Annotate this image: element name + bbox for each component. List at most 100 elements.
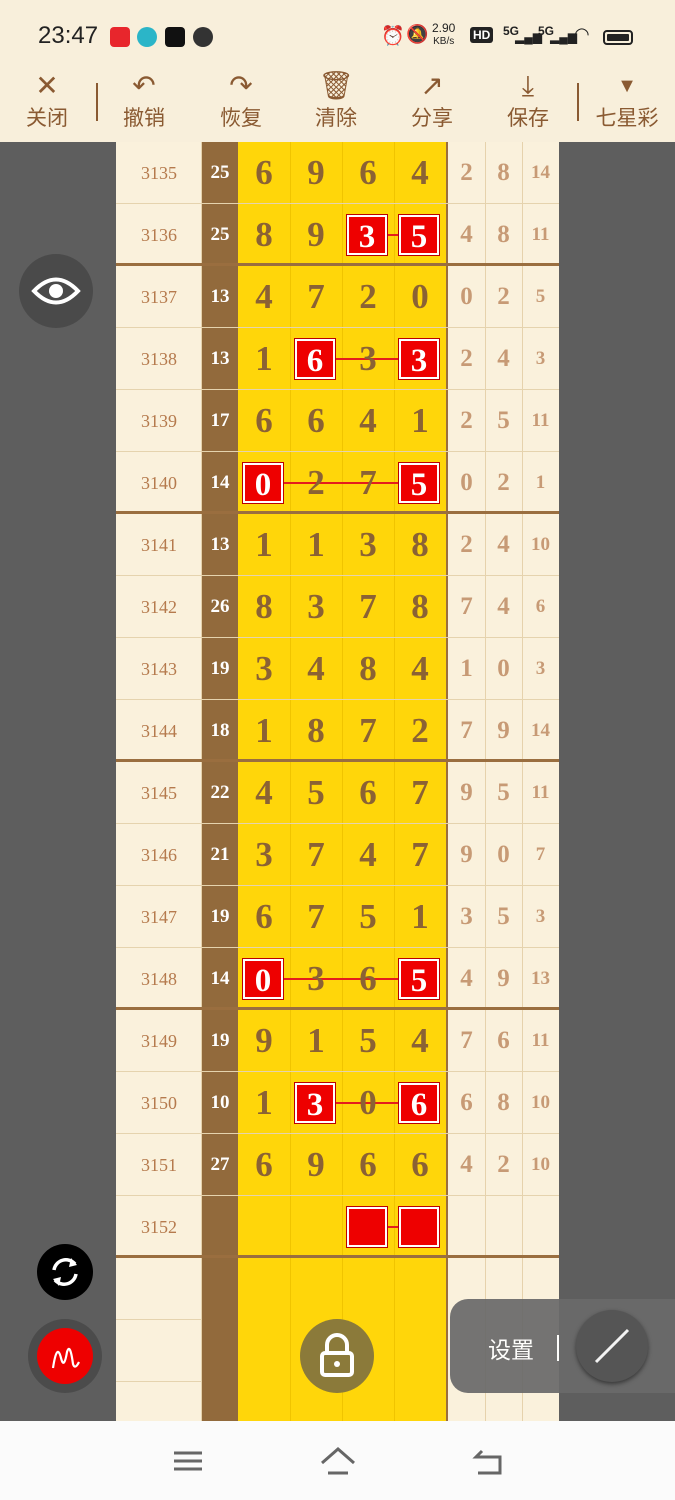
digit-cell[interactable]: 5 <box>342 1010 394 1072</box>
digit-cell-marked[interactable] <box>342 1196 394 1258</box>
digit-cell[interactable]: 1 <box>238 514 290 576</box>
digit-cell[interactable]: 4 <box>394 1010 446 1072</box>
digit-cell[interactable]: 6 <box>238 142 290 204</box>
digit-cell[interactable]: 8 <box>238 204 290 266</box>
digit-cell[interactable]: 4 <box>342 824 394 886</box>
close-button[interactable]: ✕ 关闭 <box>7 68 87 142</box>
table-row[interactable]: 3141 13 1 1 3 8 2 4 10 <box>116 514 559 576</box>
table-row[interactable]: 3142 26 8 3 7 8 7 4 6 <box>116 576 559 638</box>
table-row[interactable]: 3152 <box>116 1196 559 1258</box>
digit-cell[interactable]: 5 <box>342 886 394 948</box>
digit-cell-marked[interactable]: 0 <box>238 452 290 514</box>
digit-cell[interactable]: 0 <box>394 266 446 328</box>
digit-cell[interactable]: 9 <box>290 142 342 204</box>
digit-cell[interactable]: 4 <box>238 266 290 328</box>
digit-cell-marked[interactable]: 3 <box>290 1072 342 1134</box>
lock-button[interactable] <box>300 1319 374 1393</box>
digit-cell-marked[interactable]: 5 <box>394 204 446 266</box>
digit-cell[interactable]: 1 <box>290 514 342 576</box>
table-row[interactable]: 3138 13 1 6 3 3 2 4 3 <box>116 328 559 390</box>
redo-button[interactable]: ↷ 恢复 <box>201 68 281 142</box>
digit-cell[interactable]: 6 <box>342 948 394 1010</box>
table-row[interactable]: 3145 22 4 5 6 7 9 5 11 <box>116 762 559 824</box>
menu-icon[interactable] <box>168 1443 208 1479</box>
digit-cell[interactable]: 7 <box>290 886 342 948</box>
home-icon[interactable] <box>318 1443 358 1479</box>
digit-cell[interactable]: 4 <box>342 390 394 452</box>
digit-cell[interactable]: 6 <box>394 1134 446 1196</box>
digit-cell-marked[interactable]: 3 <box>394 328 446 390</box>
digit-cell-marked[interactable] <box>394 1196 446 1258</box>
digit-cell[interactable] <box>238 1196 290 1258</box>
digit-cell[interactable]: 7 <box>394 762 446 824</box>
digit-cell[interactable]: 1 <box>394 886 446 948</box>
table-row[interactable]: 3151 27 6 9 6 6 4 2 10 <box>116 1134 559 1196</box>
refresh-button[interactable] <box>37 1244 93 1300</box>
digit-cell[interactable]: 6 <box>238 886 290 948</box>
digit-cell[interactable]: 6 <box>238 390 290 452</box>
digit-cell[interactable]: 3 <box>238 638 290 700</box>
digit-cell[interactable]: 7 <box>394 824 446 886</box>
digit-cell[interactable]: 6 <box>342 142 394 204</box>
digit-cell[interactable]: 1 <box>238 1072 290 1134</box>
digit-cell[interactable]: 4 <box>238 762 290 824</box>
share-button[interactable]: ↗ 分享 <box>392 68 472 142</box>
digit-cell-marked[interactable]: 6 <box>394 1072 446 1134</box>
table-row[interactable]: 3136 25 8 9 3 5 4 8 11 <box>116 204 559 266</box>
digit-cell[interactable]: 3 <box>342 514 394 576</box>
pen-tool-button[interactable] <box>28 1319 102 1393</box>
table-row[interactable]: 3150 10 1 3 0 6 6 8 10 <box>116 1072 559 1134</box>
digit-cell[interactable]: 8 <box>394 576 446 638</box>
table-row[interactable]: 3148 14 0 3 6 5 4 9 13 <box>116 948 559 1010</box>
lottery-trend-grid[interactable]: 3135 25 6 9 6 4 2 8 14 3136 25 8 9 3 5 4 8 11 3137 13 4 7 2 0 0 2… <box>116 142 559 1421</box>
digit-cell[interactable]: 6 <box>290 390 342 452</box>
clear-button[interactable]: 🗑 清除 <box>296 68 376 142</box>
visibility-toggle-button[interactable] <box>19 254 93 328</box>
digit-cell[interactable]: 5 <box>290 762 342 824</box>
digit-cell-marked[interactable]: 5 <box>394 452 446 514</box>
digit-cell[interactable]: 8 <box>394 514 446 576</box>
digit-cell[interactable]: 1 <box>394 390 446 452</box>
table-row[interactable]: 3135 25 6 9 6 4 2 8 14 <box>116 142 559 204</box>
digit-cell[interactable]: 2 <box>394 700 446 762</box>
digit-cell[interactable]: 7 <box>290 266 342 328</box>
digit-cell[interactable]: 2 <box>290 452 342 514</box>
save-button[interactable]: ⤓ 保存 <box>488 68 568 142</box>
line-tool-button[interactable] <box>576 1310 648 1382</box>
digit-cell[interactable]: 7 <box>290 824 342 886</box>
lottery-select-button[interactable]: ▼ 七星彩 <box>587 68 667 142</box>
digit-cell[interactable]: 9 <box>290 1134 342 1196</box>
digit-cell[interactable]: 9 <box>238 1010 290 1072</box>
digit-cell-marked[interactable]: 5 <box>394 948 446 1010</box>
table-row[interactable]: 3144 18 1 8 7 2 7 9 14 <box>116 700 559 762</box>
table-row[interactable]: 3137 13 4 7 2 0 0 2 5 <box>116 266 559 328</box>
digit-cell[interactable]: 6 <box>238 1134 290 1196</box>
digit-cell[interactable]: 8 <box>290 700 342 762</box>
digit-cell[interactable]: 1 <box>238 328 290 390</box>
digit-cell[interactable]: 6 <box>342 1134 394 1196</box>
digit-cell[interactable]: 8 <box>342 638 394 700</box>
digit-cell[interactable]: 7 <box>342 576 394 638</box>
digit-cell[interactable]: 3 <box>290 576 342 638</box>
digit-cell[interactable]: 0 <box>342 1072 394 1134</box>
digit-cell[interactable]: 8 <box>238 576 290 638</box>
digit-cell[interactable]: 2 <box>342 266 394 328</box>
table-row[interactable]: 3139 17 6 6 4 1 2 5 11 <box>116 390 559 452</box>
digit-cell[interactable]: 4 <box>290 638 342 700</box>
digit-cell[interactable]: 9 <box>290 204 342 266</box>
table-row[interactable]: 3140 14 0 2 7 5 0 2 1 <box>116 452 559 514</box>
undo-button[interactable]: ↶ 撤销 <box>104 68 184 142</box>
table-row[interactable]: 3146 21 3 7 4 7 9 0 7 <box>116 824 559 886</box>
digit-cell[interactable]: 7 <box>342 700 394 762</box>
digit-cell[interactable] <box>290 1196 342 1258</box>
digit-cell[interactable]: 3 <box>290 948 342 1010</box>
digit-cell-marked[interactable]: 3 <box>342 204 394 266</box>
digit-cell[interactable]: 3 <box>342 328 394 390</box>
digit-cell[interactable]: 4 <box>394 142 446 204</box>
digit-cell[interactable]: 1 <box>238 700 290 762</box>
digit-cell-marked[interactable]: 6 <box>290 328 342 390</box>
digit-cell-marked[interactable]: 0 <box>238 948 290 1010</box>
back-icon[interactable] <box>468 1443 508 1479</box>
digit-cell[interactable]: 4 <box>394 638 446 700</box>
digit-cell[interactable]: 6 <box>342 762 394 824</box>
